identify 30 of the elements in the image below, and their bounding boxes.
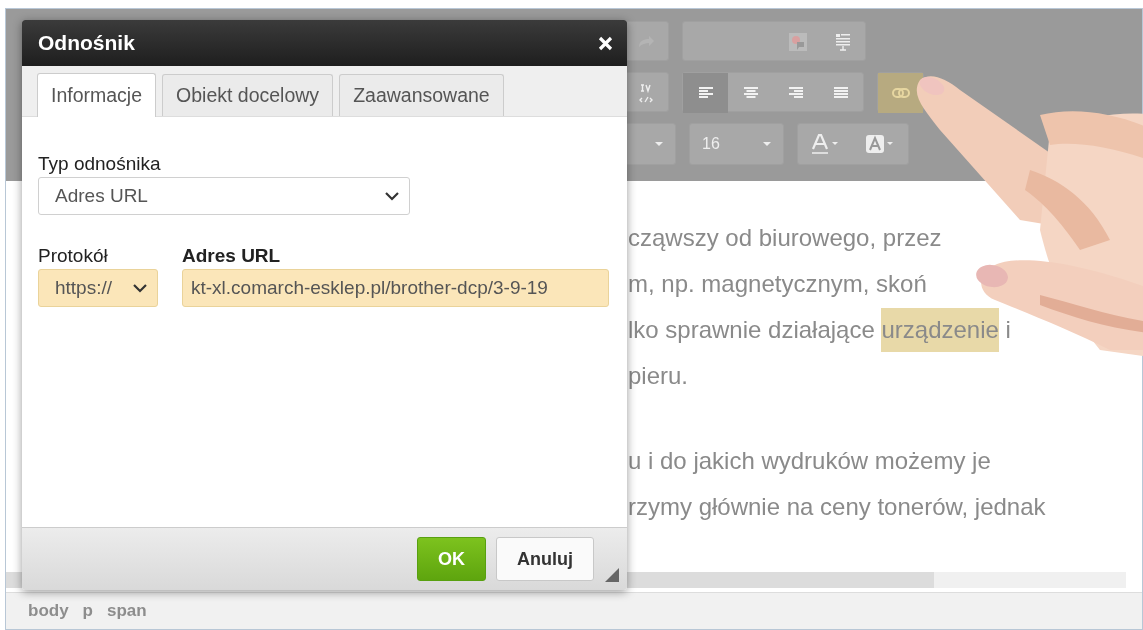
- align-left-icon: [698, 87, 713, 99]
- link-type-select[interactable]: Adres URL: [38, 177, 410, 215]
- text-color-icon[interactable]: [810, 134, 841, 154]
- page-break-icon: [834, 33, 851, 51]
- field-label: Typ odnośnika: [38, 153, 162, 175]
- div-icon: [638, 83, 653, 103]
- dialog-title: Odnośnik: [38, 31, 135, 55]
- field-label: Adres URL: [182, 245, 282, 267]
- text-line: rzymy głównie na ceny tonerów, jednak: [628, 492, 1047, 522]
- text-line: pieru.: [628, 361, 690, 391]
- justify-icon: [833, 87, 848, 99]
- link-icon: [891, 88, 910, 98]
- cancel-button[interactable]: Anuluj: [496, 537, 594, 581]
- background-color-icon[interactable]: [865, 134, 896, 154]
- url-input[interactable]: kt-xl.comarch-esklep.pl/brother-dcp/3-9-19: [182, 269, 609, 307]
- align-center-icon: [743, 87, 758, 99]
- image-icon: [788, 33, 807, 51]
- chevron-down-icon: [133, 283, 147, 293]
- text-line: m, np. magnetycznym, skoń: [628, 269, 928, 299]
- align-right-icon: [788, 87, 803, 99]
- tab[interactable]: Obiekt docelowy: [162, 74, 334, 116]
- chevron-down-icon: [385, 191, 399, 201]
- text-line: cząwszy od biurowego, przez: [628, 223, 943, 253]
- text-line: u i do jakich wydruków możemy je: [628, 446, 992, 476]
- resize-handle-icon[interactable]: [605, 568, 619, 582]
- tab[interactable]: Zaawansowane: [339, 74, 504, 116]
- field-label: Protokół: [38, 245, 109, 267]
- tab[interactable]: Informacje: [37, 73, 157, 117]
- protocol-select[interactable]: https://: [38, 269, 158, 307]
- close-icon[interactable]: [598, 35, 613, 51]
